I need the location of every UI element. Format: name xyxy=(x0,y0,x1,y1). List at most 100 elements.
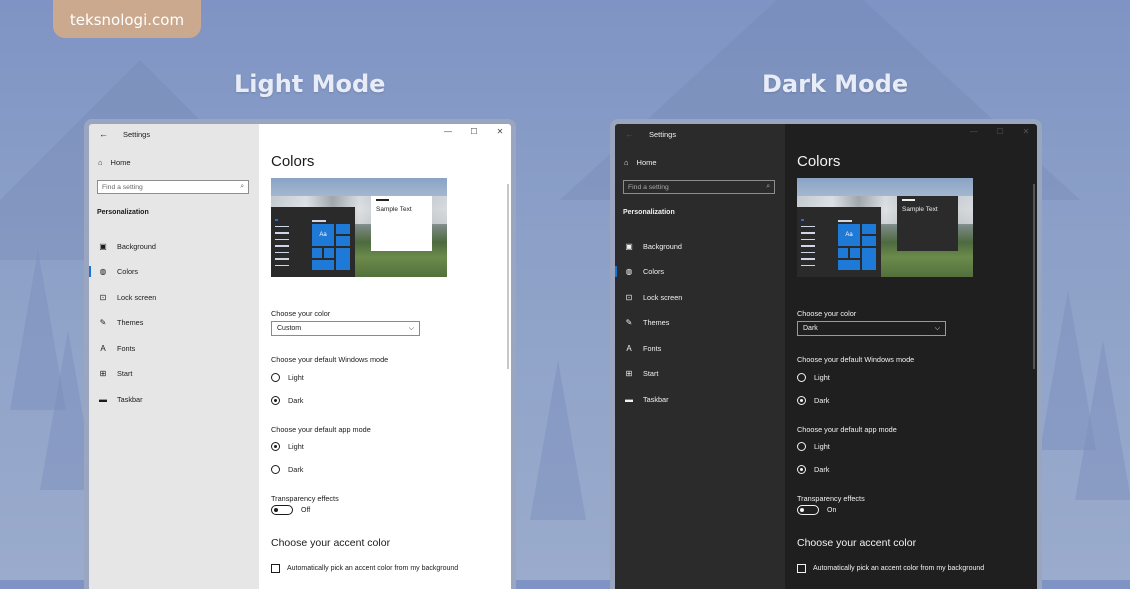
theme-preview: Aa Sample Text xyxy=(271,178,447,277)
preview-start-menu: Aa xyxy=(271,207,355,277)
picture-icon: ▣ xyxy=(625,242,633,251)
scrollbar[interactable] xyxy=(1033,184,1035,369)
sidebar-item-label: Background xyxy=(643,242,682,251)
radio-button[interactable] xyxy=(271,465,280,474)
sidebar-item-themes[interactable]: ✎ Themes xyxy=(98,318,144,327)
preview-tile xyxy=(862,236,876,246)
preview-tile xyxy=(324,248,334,258)
sidebar-item-taskbar[interactable]: ▬ Taskbar xyxy=(98,395,143,404)
app-mode-label: Choose your default app mode xyxy=(271,425,371,434)
preview-tile xyxy=(336,224,350,234)
radio-button[interactable] xyxy=(797,442,806,451)
window-controls: — ☐ ✕ xyxy=(443,127,505,136)
preview-tile xyxy=(312,248,322,258)
sidebar-item-fonts[interactable]: A Fonts xyxy=(98,344,135,353)
search-placeholder: Find a setting xyxy=(628,183,669,191)
home-icon: ⌂ xyxy=(98,158,103,167)
choose-color-dropdown[interactable]: Dark ⌵ xyxy=(797,321,946,336)
sidebar-item-background[interactable]: ▣ Background xyxy=(98,242,156,251)
radio-button[interactable] xyxy=(271,442,280,451)
nav-home-label: Home xyxy=(636,158,657,167)
maximize-icon[interactable]: ☐ xyxy=(469,127,479,136)
minimize-icon[interactable]: — xyxy=(443,127,453,136)
search-placeholder: Find a setting xyxy=(102,183,143,191)
lock-screen-icon: ⊡ xyxy=(99,293,107,302)
preview-tile: Aa xyxy=(838,224,860,246)
sidebar-item-lock-screen[interactable]: ⊡ Lock screen xyxy=(98,293,157,302)
sidebar-item-lock-screen[interactable]: ⊡ Lock screen xyxy=(624,293,683,302)
checkbox[interactable] xyxy=(271,564,280,573)
minimize-icon[interactable]: — xyxy=(969,127,979,136)
search-input[interactable]: Find a setting ⌕ xyxy=(623,180,775,194)
toggle-state: On xyxy=(827,506,837,514)
accent-heading: Choose your accent color xyxy=(797,537,917,549)
radio-label: Light xyxy=(814,442,830,451)
palette-icon: ◍ xyxy=(625,267,633,276)
sidebar-item-label: Colors xyxy=(117,267,139,276)
preview-tile xyxy=(850,248,860,258)
app-mode-label: Choose your default app mode xyxy=(797,425,897,434)
chevron-down-icon: ⌵ xyxy=(408,324,414,332)
radio-windows-dark[interactable]: Dark xyxy=(797,396,829,405)
sidebar-item-start[interactable]: ⊞ Start xyxy=(624,369,659,378)
auto-accent-checkbox[interactable]: Automatically pick an accent color from … xyxy=(271,564,458,573)
choose-color-label: Choose your color xyxy=(271,309,331,318)
toggle-switch[interactable] xyxy=(797,505,819,515)
accent-heading: Choose your accent color xyxy=(271,537,391,549)
sidebar-item-fonts[interactable]: A Fonts xyxy=(624,344,661,353)
sidebar-item-colors[interactable]: ◍ Colors xyxy=(98,267,139,276)
close-icon[interactable]: ✕ xyxy=(495,127,505,136)
themes-icon: ✎ xyxy=(99,318,107,327)
sidebar-item-label: Colors xyxy=(643,267,665,276)
settings-sidebar: ← Settings ⌂ Home Find a setting ⌕ Perso… xyxy=(615,124,785,589)
transparency-toggle[interactable]: Off xyxy=(271,505,310,515)
radio-app-dark[interactable]: Dark xyxy=(271,465,303,474)
checkbox[interactable] xyxy=(797,564,806,573)
radio-app-light[interactable]: Light xyxy=(271,442,304,451)
radio-button[interactable] xyxy=(797,373,806,382)
fonts-icon: A xyxy=(626,344,632,353)
start-icon: ⊞ xyxy=(625,369,633,378)
section-label: Personalization xyxy=(623,209,675,216)
choose-color-dropdown[interactable]: Custom ⌵ xyxy=(271,321,420,336)
close-icon[interactable]: ✕ xyxy=(1021,127,1031,136)
nav-home[interactable]: ⌂ Home xyxy=(98,158,131,167)
radio-windows-light[interactable]: Light xyxy=(797,373,830,382)
search-input[interactable]: Find a setting ⌕ xyxy=(97,180,249,194)
sidebar-item-background[interactable]: ▣ Background xyxy=(624,242,682,251)
window-title: Settings xyxy=(123,129,151,139)
radio-windows-light[interactable]: Light xyxy=(271,373,304,382)
radio-windows-dark[interactable]: Dark xyxy=(271,396,303,405)
sidebar-item-themes[interactable]: ✎ Themes xyxy=(624,318,670,327)
radio-button[interactable] xyxy=(797,396,806,405)
sidebar-item-label: Taskbar xyxy=(643,395,669,404)
back-arrow-icon[interactable]: ← xyxy=(99,129,108,139)
sidebar-item-start[interactable]: ⊞ Start xyxy=(98,369,133,378)
dropdown-value: Dark xyxy=(803,325,818,332)
preview-tile xyxy=(862,248,876,270)
settings-window-dark: ← Settings ⌂ Home Find a setting ⌕ Perso… xyxy=(610,119,1042,589)
auto-accent-checkbox[interactable]: Automatically pick an accent color from … xyxy=(797,564,984,573)
maximize-icon[interactable]: ☐ xyxy=(995,127,1005,136)
themes-icon: ✎ xyxy=(625,318,633,327)
radio-button[interactable] xyxy=(797,465,806,474)
transparency-label: Transparency effects xyxy=(271,494,339,503)
preview-tile xyxy=(336,236,350,246)
toggle-switch[interactable] xyxy=(271,505,293,515)
radio-app-light[interactable]: Light xyxy=(797,442,830,451)
radio-label: Dark xyxy=(814,465,830,474)
transparency-toggle[interactable]: On xyxy=(797,505,836,515)
back-arrow-icon[interactable]: ← xyxy=(625,129,634,139)
sidebar-item-colors[interactable]: ◍ Colors xyxy=(624,267,665,276)
scrollbar[interactable] xyxy=(507,184,509,369)
nav-home[interactable]: ⌂ Home xyxy=(624,158,657,167)
lock-screen-icon: ⊡ xyxy=(625,293,633,302)
radio-button[interactable] xyxy=(271,373,280,382)
preview-sample-text: Sample Text xyxy=(902,205,938,213)
sidebar-item-label: Start xyxy=(643,369,659,378)
preview-sample-window: Sample Text xyxy=(371,196,432,251)
sidebar-item-taskbar[interactable]: ▬ Taskbar xyxy=(624,395,669,404)
radio-button[interactable] xyxy=(271,396,280,405)
radio-app-dark[interactable]: Dark xyxy=(797,465,829,474)
radio-label: Dark xyxy=(288,396,304,405)
